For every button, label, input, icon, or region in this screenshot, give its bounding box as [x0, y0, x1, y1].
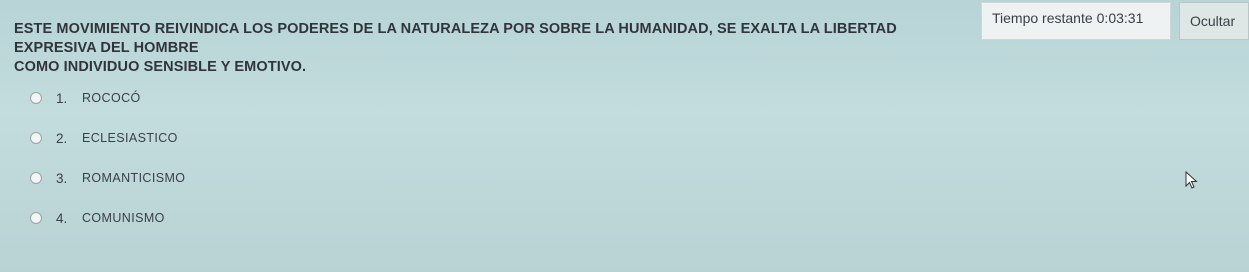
radio-button[interactable]: [30, 132, 42, 144]
answer-options: 1. ROCOCÓ 2. ECLESIASTICO 3. ROMANTICISM…: [30, 88, 185, 248]
question-text: ESTE MOVIMIENTO REIVINDICA LOS PODERES D…: [14, 20, 1239, 77]
question-line-1: ESTE MOVIMIENTO REIVINDICA LOS PODERES D…: [14, 21, 897, 56]
answer-option-3[interactable]: 3. ROMANTICISMO: [30, 168, 185, 188]
option-label: ROCOCÓ: [82, 91, 141, 105]
option-number: 2.: [56, 130, 68, 146]
radio-button[interactable]: [30, 172, 42, 184]
radio-button[interactable]: [30, 212, 42, 224]
radio-button[interactable]: [30, 92, 42, 104]
option-number: 4.: [56, 210, 68, 226]
option-label: ECLESIASTICO: [82, 131, 178, 145]
option-number: 3.: [56, 170, 68, 186]
option-label: ROMANTICISMO: [82, 171, 186, 185]
question-line-2: COMO INDIVIDUO SENSIBLE Y EMOTIVO.: [14, 59, 307, 75]
answer-option-2[interactable]: 2. ECLESIASTICO: [30, 128, 185, 148]
option-number: 1.: [56, 90, 68, 106]
answer-option-1[interactable]: 1. ROCOCÓ: [30, 88, 185, 108]
mouse-pointer-icon: [1185, 171, 1198, 189]
answer-option-4[interactable]: 4. COMUNISMO: [30, 208, 185, 228]
option-label: COMUNISMO: [82, 211, 165, 225]
